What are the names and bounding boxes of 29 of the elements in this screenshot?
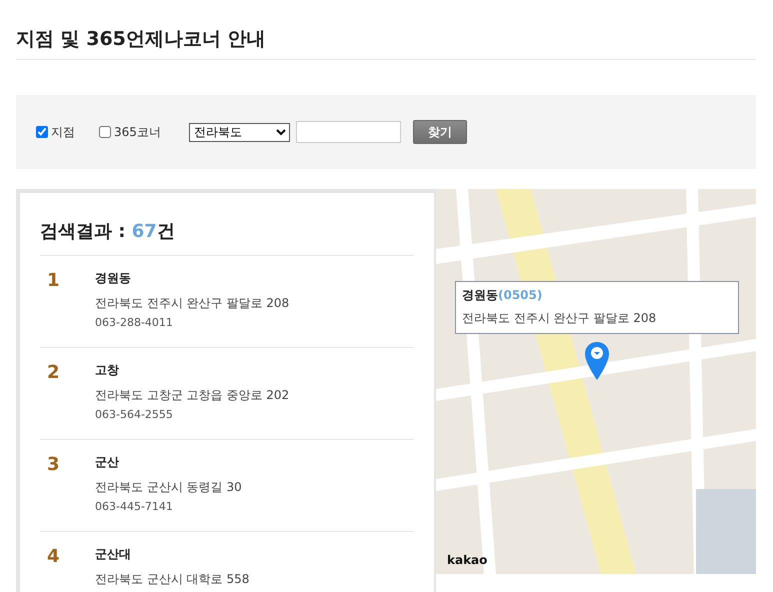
checkbox[interactable] [36,126,48,138]
branch-phone: 063-445-7141 [95,500,174,513]
checkbox-label: 365코너 [114,124,161,140]
branch-address: 전라북도 군산시 대학로 558 [95,571,250,588]
result-number: 4 [46,546,61,569]
branch-name[interactable]: 경원동 [95,270,290,287]
branch-name[interactable]: 군산대 [95,546,250,563]
result-number: 3 [46,454,61,477]
search-field[interactable] [296,121,401,143]
map-logo: kakao [447,553,488,567]
map-placeholder[interactable]: 경원동(0505) 전라북도 전주시 완산구 팔달로 208 kakao [436,189,756,574]
results-heading: 검색결과 : 67건 [40,219,414,256]
branch-address: 전라북도 군산시 동령길 30 [95,479,242,496]
branch-phone: 063-288-4011 [95,316,174,329]
popup-address: 전라북도 전주시 완산구 팔달로 208 [462,310,658,327]
branch-address: 전라북도 고창군 고창읍 중앙로 202 [95,387,290,404]
map-pin-icon[interactable] [584,341,610,381]
branch-address: 전라북도 전주시 완산구 팔달로 208 [95,295,290,312]
checkbox[interactable] [99,126,111,138]
search-button[interactable]: 찾기 [412,120,467,144]
checkbox-label: 지점 [51,124,75,140]
popup-title: 경원동(0505) [462,287,544,304]
result-number: 2 [46,362,61,385]
result-number: 1 [46,270,61,293]
branch-phone: 063-564-2555 [95,408,174,421]
branch-name[interactable]: 고창 [95,362,290,379]
region-dropdown[interactable]: 전라북도 [188,122,290,142]
page-title: 지점 및 365언제나코너 안내 [16,27,267,52]
branch-name[interactable]: 군산 [95,454,242,471]
